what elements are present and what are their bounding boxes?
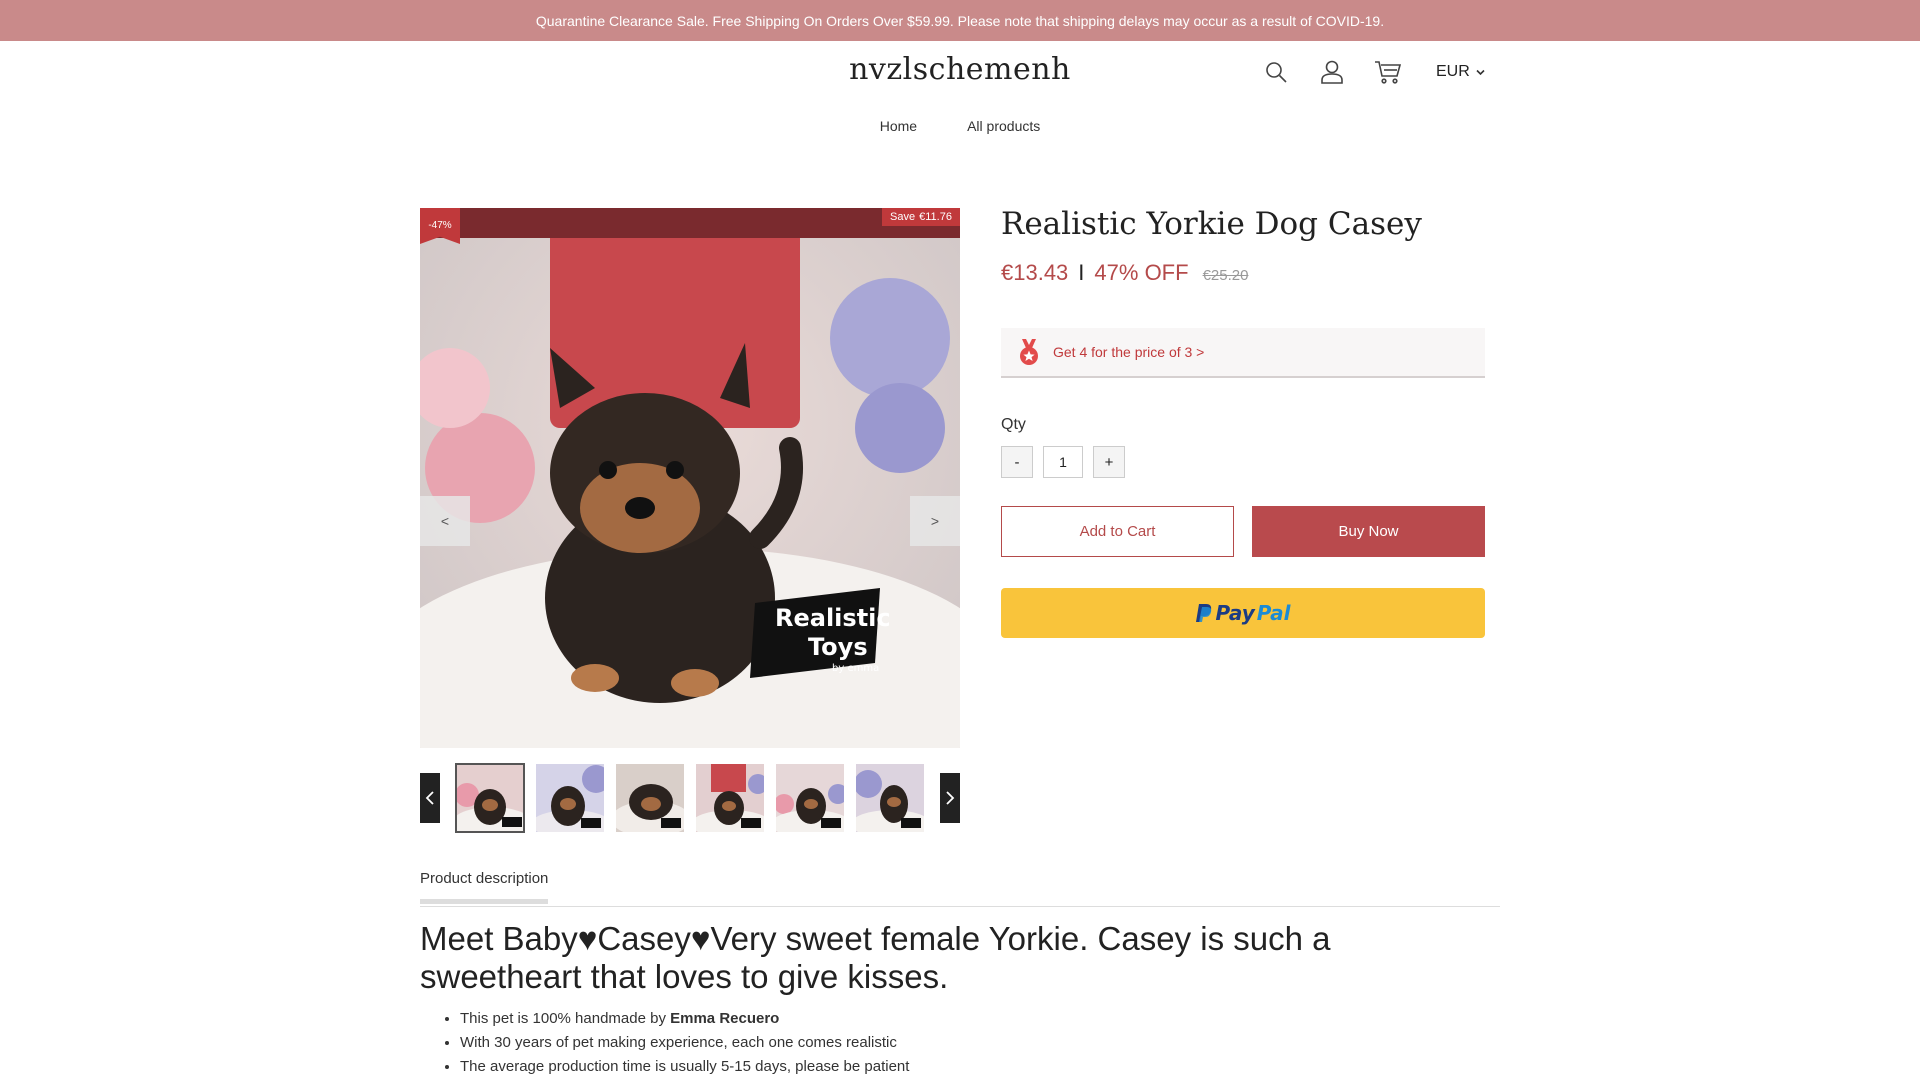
promo-text: Quarantine Clearance Sale. Free Shipping…: [535, 12, 1385, 29]
thumbnail-5[interactable]: [775, 763, 845, 833]
thumbnail-strip: [420, 763, 960, 833]
image-next-button[interactable]: >: [910, 496, 960, 546]
save-amount: €11.76: [919, 211, 952, 223]
search-icon[interactable]: [1262, 58, 1290, 86]
thumbnail-2[interactable]: [535, 763, 605, 833]
save-badge: Save €11.76: [882, 208, 960, 226]
paypal-text-2: Pal: [1256, 601, 1291, 625]
thumbnail-1[interactable]: [455, 763, 525, 833]
headline-part-1: Meet Baby: [420, 920, 578, 957]
account-icon[interactable]: [1318, 58, 1346, 86]
compare-price: €25.20: [1202, 267, 1249, 284]
bundle-offer[interactable]: Get 4 for the price of 3 >: [1001, 328, 1485, 378]
currency-selector[interactable]: EUR: [1436, 63, 1485, 81]
tab-divider: [420, 906, 1500, 907]
main-nav: Home All products: [0, 118, 1920, 134]
list-item: The average production time is usually 5…: [460, 1055, 909, 1079]
thumbnail-3[interactable]: [615, 763, 685, 833]
tab-product-description[interactable]: Product description: [420, 870, 549, 904]
qty-increase-button[interactable]: +: [1093, 446, 1125, 478]
award-ribbon-icon: [1020, 339, 1038, 365]
thumbnail-6[interactable]: [855, 763, 925, 833]
bullet-text: With 30 years of pet making experience, …: [460, 1034, 897, 1051]
chevron-down-icon: [1476, 69, 1485, 75]
watermark-line3: by emma: [832, 663, 879, 674]
quantity-label: Qty: [1001, 416, 1026, 433]
maker-name: Emma Recuero: [670, 1010, 780, 1027]
sale-price: €13.43: [1001, 260, 1069, 285]
save-label: Save: [890, 211, 916, 223]
description-headline: Meet Baby♥Casey♥Very sweet female Yorkie…: [420, 920, 1500, 996]
quantity-input[interactable]: [1043, 446, 1083, 478]
list-item: With 30 years of pet making experience, …: [460, 1031, 909, 1055]
quantity-stepper: - +: [1001, 446, 1125, 478]
discount-label: 47% OFF: [1094, 260, 1189, 285]
list-item: This pet is 100% handmade by Emma Recuer…: [460, 1007, 909, 1031]
price-separator: I: [1078, 260, 1085, 285]
bullet-text: The average production time is usually 5…: [460, 1058, 910, 1075]
cart-icon[interactable]: [1374, 58, 1402, 86]
promo-bar: Quarantine Clearance Sale. Free Shipping…: [0, 0, 1920, 41]
header-icons: EUR: [1262, 56, 1485, 88]
bundle-offer-text: Get 4 for the price of 3 >: [1053, 344, 1205, 360]
buy-now-button[interactable]: Buy Now: [1252, 506, 1485, 557]
store-logo[interactable]: nvzlschemenh: [0, 52, 1920, 87]
nav-item-all-products[interactable]: All products: [967, 118, 1040, 134]
thumbs-next-button[interactable]: [940, 773, 960, 823]
qty-decrease-button[interactable]: -: [1001, 446, 1033, 478]
currency-label: EUR: [1436, 63, 1470, 80]
paypal-logo-icon: [1196, 604, 1212, 622]
thumbnail-4[interactable]: [695, 763, 765, 833]
paypal-button[interactable]: Pay Pal: [1001, 588, 1485, 638]
thumbs-prev-button[interactable]: [420, 773, 440, 823]
add-to-cart-button[interactable]: Add to Cart: [1001, 506, 1234, 557]
nav-item-home[interactable]: Home: [880, 118, 917, 134]
bullet-text: This pet is 100% handmade by: [460, 1010, 671, 1027]
watermark-line2: Toys: [808, 633, 868, 661]
product-main-image[interactable]: Realistic Toys by emma: [420, 208, 960, 748]
product-title: Realistic Yorkie Dog Casey: [1001, 206, 1422, 242]
heart-icon: ♥: [690, 920, 711, 957]
chevron-left-icon: [425, 791, 434, 805]
heart-icon: ♥: [577, 920, 598, 957]
watermark-line1: Realistic: [775, 604, 891, 632]
description-bullets: This pet is 100% handmade by Emma Recuer…: [460, 1007, 909, 1079]
headline-part-2: Casey: [597, 920, 691, 957]
image-prev-button[interactable]: <: [420, 496, 470, 546]
paypal-text-1: Pay: [1215, 601, 1255, 625]
price-row: €13.43 I 47% OFF €25.20: [1001, 260, 1248, 286]
chevron-right-icon: [946, 791, 955, 805]
